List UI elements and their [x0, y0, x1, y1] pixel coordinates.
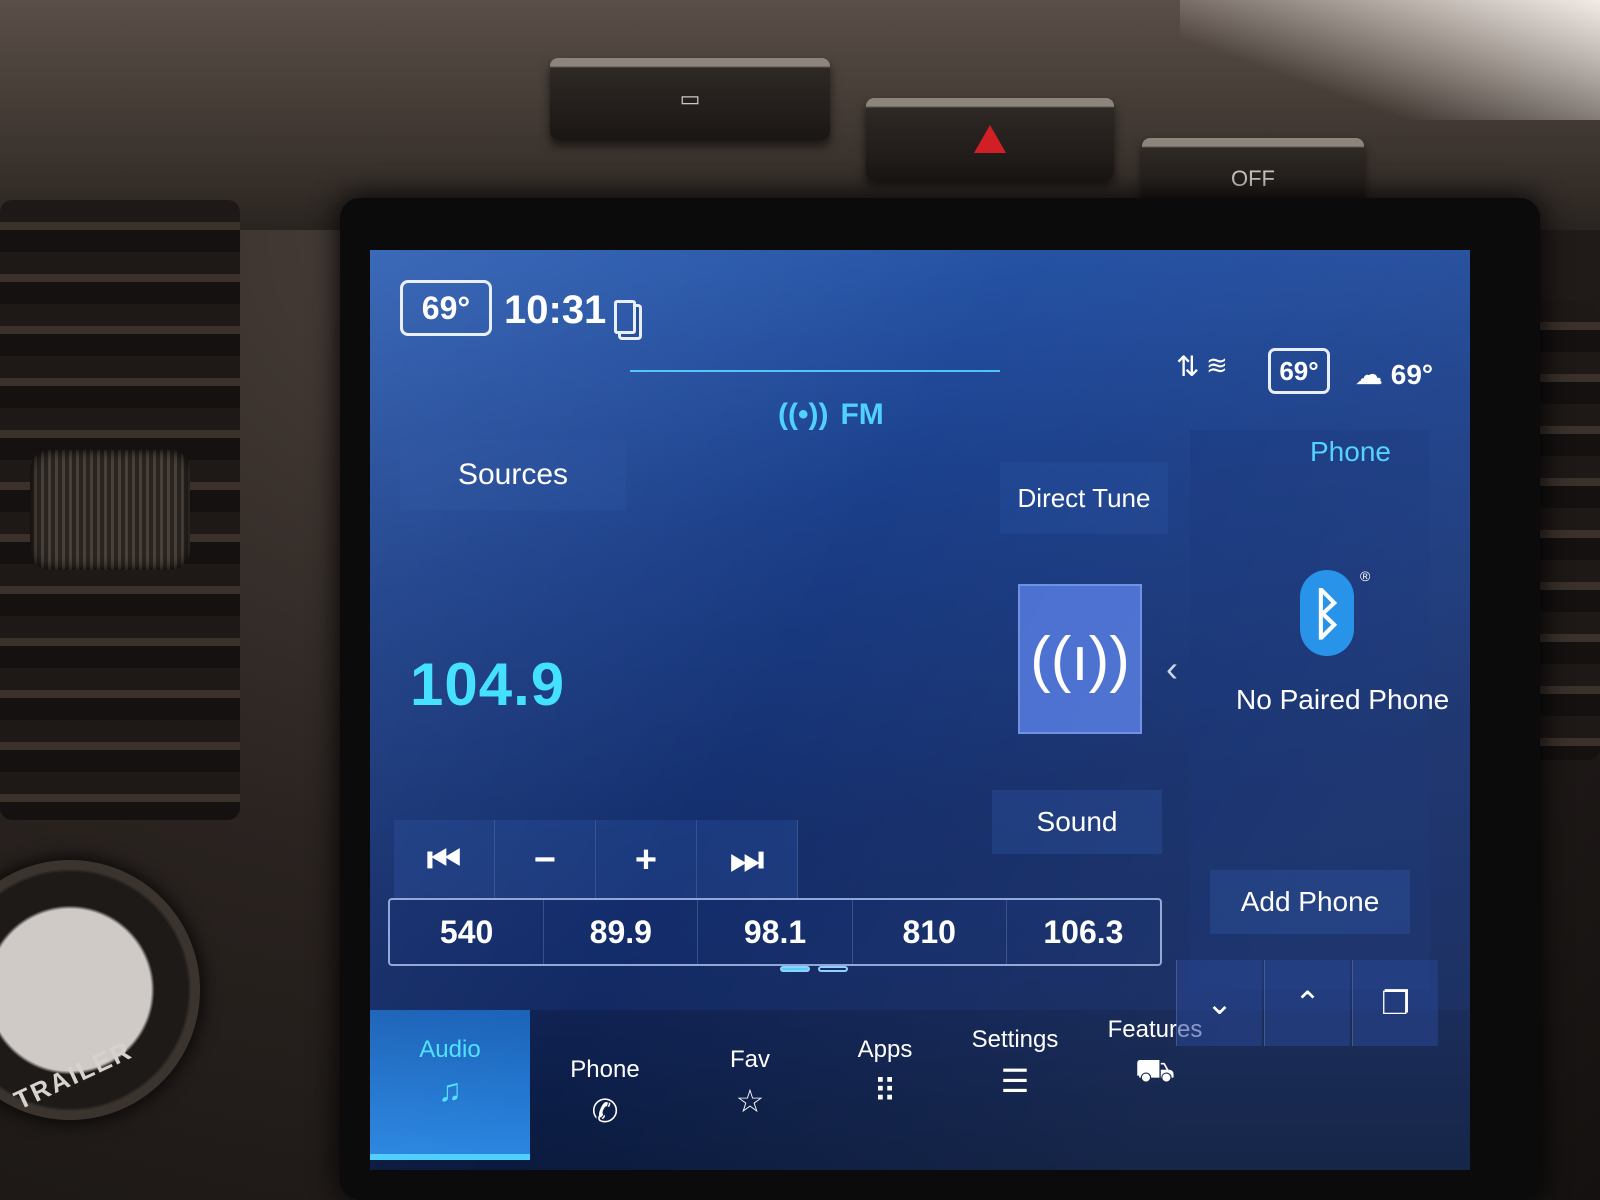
page-dot [818, 966, 848, 972]
radio-station-artwork: ((ı)) [1018, 584, 1142, 734]
seek-forward-button[interactable]: ⏭ [697, 820, 798, 900]
nav-fav-label: Fav [729, 1046, 770, 1073]
tune-up-button[interactable]: + [596, 820, 697, 900]
pages-icon[interactable] [614, 300, 636, 334]
chevron-up-icon: ⌃ [1294, 985, 1321, 1021]
weather-icon: ☁ [1355, 359, 1383, 390]
app-grid-icon: ⠿ [873, 1073, 897, 1109]
seek-back-button[interactable]: ⏮ [394, 820, 495, 900]
sound-button[interactable]: Sound [992, 790, 1162, 854]
nav-phone-label: Phone [570, 1056, 640, 1083]
screens-button[interactable]: ❐ [1352, 960, 1438, 1046]
audio-source-header: ((•)) FM [778, 398, 884, 432]
preset-button[interactable]: 540 [390, 900, 545, 964]
preset-bar: 540 89.9 98.1 810 106.3 [388, 898, 1162, 966]
nav-tab-phone[interactable]: Phone ✆ [530, 1040, 680, 1160]
preset-button[interactable]: 106.3 [1007, 900, 1160, 964]
pages-icon: ❐ [1381, 985, 1410, 1021]
phone-panel-title: Phone [1310, 436, 1391, 467]
nav-tab-settings[interactable]: Settings ☰ [950, 1010, 1080, 1130]
clock: 10:31 [504, 288, 607, 332]
header-divider [630, 370, 1000, 372]
camera-icon: ▭ [679, 86, 701, 111]
preset-page-indicator[interactable] [780, 966, 848, 972]
registered-mark-icon: ® [1360, 568, 1371, 584]
expand-up-button[interactable]: ⌃ [1264, 960, 1350, 1046]
traction-off-label: OFF [1231, 166, 1275, 191]
page-dot-active [780, 966, 810, 972]
sliders-icon: ☰ [1000, 1063, 1030, 1099]
tuning-controls: ⏮ − + ⏭ [394, 820, 798, 900]
star-plus-icon: ☆ [735, 1083, 765, 1119]
phone-status: No Paired Phone [1236, 684, 1450, 715]
preset-button[interactable]: 810 [853, 900, 1007, 964]
nav-settings-label: Settings [971, 1026, 1059, 1053]
climate-temp-left[interactable]: 69° [400, 280, 492, 336]
nav-apps-label: Apps [857, 1036, 913, 1063]
camera-button[interactable]: ▭ [550, 58, 830, 140]
phone-icon: ✆ [591, 1093, 619, 1129]
nav-tab-fav[interactable]: Fav ☆ [680, 1030, 820, 1150]
nav-tab-apps[interactable]: Apps ⠿ [820, 1020, 950, 1140]
nav-audio-label: Audio [419, 1036, 481, 1063]
antenna-icon: ((ı)) [1030, 624, 1130, 694]
truck-icon: ⛟ [1134, 1052, 1176, 1088]
nav-tab-audio[interactable]: Audio ♫ [370, 1010, 530, 1160]
panel-collapse-chevron-icon[interactable]: ‹ [1166, 648, 1178, 690]
source-label: FM [840, 398, 884, 431]
sources-button[interactable]: Sources [400, 440, 626, 510]
wifi-icon: ≋ [1206, 350, 1228, 380]
antenna-icon: ((•)) [778, 398, 829, 431]
chevron-down-icon: ⌄ [1206, 985, 1233, 1021]
preset-button[interactable]: 98.1 [698, 900, 853, 964]
add-phone-button[interactable]: Add Phone [1210, 870, 1410, 934]
bluetooth-icon: ᛒ [1300, 570, 1354, 656]
music-note-icon: ♫ [438, 1072, 462, 1108]
preset-button[interactable]: 89.9 [544, 900, 699, 964]
current-frequency: 104.9 [410, 651, 566, 718]
outside-temp-value: 69° [1390, 359, 1434, 390]
infotainment-screen: 69° 10:31 ⇅ ≋ 69° ☁ 69° ((•)) FM Sources… [370, 250, 1470, 1170]
hazard-button[interactable] [866, 98, 1114, 180]
light-glare [1180, 0, 1600, 120]
collapse-down-button[interactable]: ⌄ [1176, 960, 1262, 1046]
hazard-triangle-icon [974, 125, 1006, 153]
direct-tune-button[interactable]: Direct Tune [1000, 462, 1168, 534]
climate-temp-right[interactable]: 69° [1268, 348, 1330, 394]
outside-temperature: ☁ 69° [1355, 358, 1433, 391]
tune-down-button[interactable]: − [495, 820, 596, 900]
vent-roller-wheel[interactable] [30, 450, 190, 570]
data-transfer-icon: ⇅ [1176, 351, 1200, 382]
